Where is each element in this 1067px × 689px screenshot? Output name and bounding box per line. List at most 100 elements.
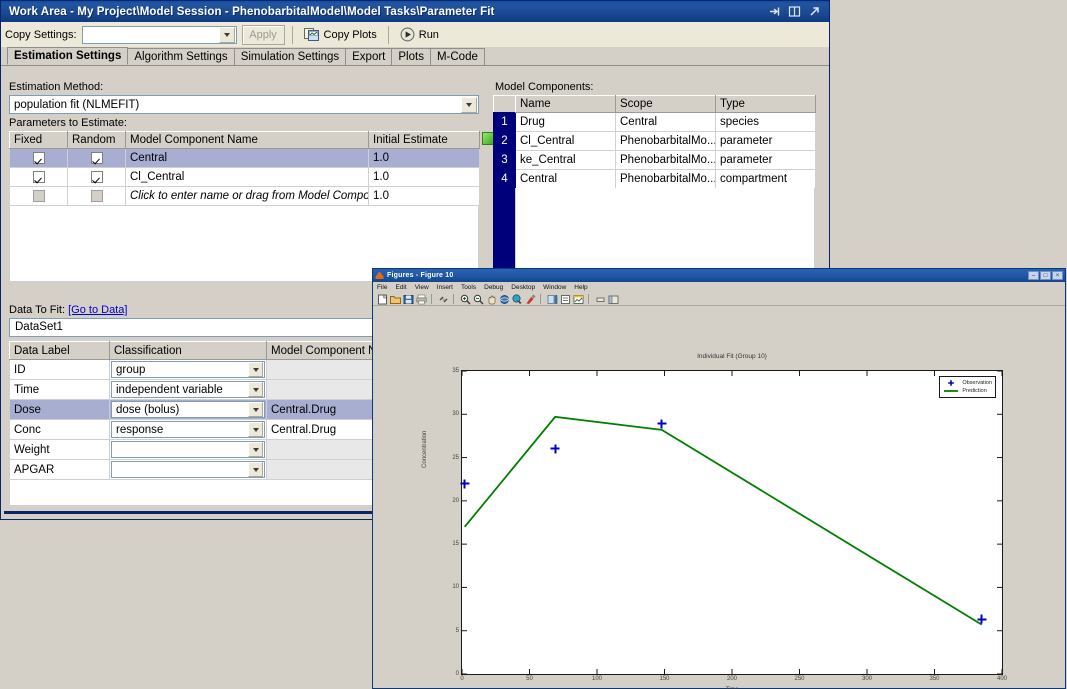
chevron-down-icon[interactable] [248,442,263,457]
fixed-checkbox[interactable] [32,189,45,202]
open-file-icon[interactable] [389,293,401,304]
copy-settings-combo[interactable] [81,25,237,44]
menu-tools[interactable]: Tools [461,284,476,291]
data-cursor-icon[interactable] [511,293,522,304]
table-row[interactable]: 3 ke_Central PhenobarbitalMo... paramete… [493,150,816,170]
tab-m-code[interactable]: M-Code [429,48,485,65]
maximize-button[interactable]: □ [1040,271,1051,280]
param-name[interactable]: Central [125,148,369,168]
estimation-method-combo[interactable]: population fit (NLMEFIT) [9,95,479,114]
hide-plot-tools-icon[interactable] [594,293,605,304]
tab-simulation-settings[interactable]: Simulation Settings [233,48,347,65]
insert-colorbar-icon[interactable] [546,293,558,304]
classification-cell[interactable] [109,439,267,460]
data-label[interactable]: Weight [9,439,110,460]
chevron-down-icon[interactable] [248,462,263,477]
chevron-down-icon[interactable] [461,96,477,113]
col-random[interactable]: Random [67,131,126,149]
col-model-component-name[interactable]: Model Component Name [125,131,369,149]
param-initial[interactable]: 1.0 [368,148,480,168]
component-name[interactable]: Cl_Central [515,131,616,151]
classification-combo[interactable]: response [111,421,265,438]
classification-cell[interactable]: independent variable [109,379,267,400]
classification-combo[interactable]: dose (bolus) [111,401,265,418]
save-figure-icon[interactable] [402,293,414,304]
tab-plots[interactable]: Plots [391,48,431,65]
fixed-checkbox-cell[interactable] [9,186,68,206]
classification-combo[interactable]: group [111,361,265,378]
param-name[interactable]: Cl_Central [125,167,369,187]
insert-legend-icon[interactable] [559,293,570,304]
component-scope[interactable]: PhenobarbitalMo... [615,131,716,151]
print-figure-icon[interactable] [415,293,427,305]
random-checkbox-cell[interactable] [67,186,126,206]
table-row[interactable]: Cl_Central 1.0 [9,167,480,187]
menu-window[interactable]: Window [543,284,566,291]
undock-window-icon[interactable] [808,5,821,18]
classification-combo[interactable] [111,441,265,458]
component-name[interactable]: Central [515,169,616,189]
zoom-out-icon[interactable] [472,293,484,305]
classification-cell[interactable] [109,459,267,480]
fixed-checkbox-cell[interactable] [9,148,68,168]
menu-file[interactable]: File [377,284,387,291]
table-row[interactable]: 1 Drug Central species [493,112,816,132]
menu-desktop[interactable]: Desktop [511,284,535,291]
col-data-label[interactable]: Data Label [9,341,110,360]
plot-area[interactable]: 0 50 100 150 200 250 300 350 400 0 5 10 15 20 25 30 35 O… [452,368,1007,682]
tab-algorithm-settings[interactable]: Algorithm Settings [127,48,235,65]
table-row[interactable]: 2 Cl_Central PhenobarbitalMo... paramete… [493,131,816,151]
classification-combo[interactable]: independent variable [111,381,265,398]
random-checkbox-cell[interactable] [67,148,126,168]
classification-cell[interactable]: group [109,359,267,380]
component-type[interactable]: parameter [715,150,816,170]
col-fixed[interactable]: Fixed [9,131,68,149]
random-checkbox[interactable] [90,170,103,183]
menu-debug[interactable]: Debug [484,284,503,291]
param-initial[interactable]: 1.0 [368,186,480,206]
minimize-button[interactable]: – [1028,271,1039,280]
model-components-empty-area[interactable] [515,188,815,272]
plot-browser-icon[interactable] [572,293,584,304]
data-label[interactable]: Dose [9,399,110,420]
table-row[interactable]: Central 1.0 [9,148,480,168]
classification-combo[interactable] [111,461,265,478]
classification-cell[interactable]: dose (bolus) [109,399,267,420]
minimize-dock-icon[interactable] [768,5,781,18]
random-checkbox[interactable] [90,189,103,202]
classification-cell[interactable]: response [109,419,267,440]
col-classification[interactable]: Classification [109,341,267,360]
data-label[interactable]: Conc [9,419,110,440]
param-name-placeholder[interactable]: Click to enter name or drag from Model C… [125,186,369,206]
component-type[interactable]: species [715,112,816,132]
col-type[interactable]: Type [715,95,816,113]
col-initial-estimate[interactable]: Initial Estimate [368,131,480,149]
fixed-checkbox[interactable] [32,151,45,164]
menu-edit[interactable]: Edit [395,284,406,291]
data-label[interactable]: Time [9,379,110,400]
apply-button[interactable]: Apply [241,24,285,45]
component-scope[interactable]: Central [615,112,716,132]
chevron-down-icon[interactable] [248,382,263,397]
component-type[interactable]: compartment [715,169,816,189]
chart-legend[interactable]: Observation Prediction [939,376,996,398]
data-label[interactable]: ID [9,359,110,380]
fixed-checkbox-cell[interactable] [9,167,68,187]
col-name[interactable]: Name [515,95,616,113]
zoom-in-icon[interactable] [459,293,471,305]
param-initial[interactable]: 1.0 [368,167,480,187]
copy-plots-button[interactable]: Copy Plots [300,25,381,44]
chevron-down-icon[interactable] [248,402,263,417]
menu-help[interactable]: Help [574,284,587,291]
tab-estimation-settings[interactable]: Estimation Settings [7,47,129,65]
menu-insert[interactable]: Insert [437,284,453,291]
component-name[interactable]: ke_Central [515,150,616,170]
pan-icon[interactable] [485,293,496,305]
chevron-down-icon[interactable] [248,422,263,437]
component-scope[interactable]: PhenobarbitalMo... [615,150,716,170]
tab-export[interactable]: Export [345,48,393,65]
go-to-data-link[interactable]: [Go to Data] [68,304,127,316]
new-figure-icon[interactable] [376,293,388,305]
table-row[interactable]: 4 Central PhenobarbitalMo... compartment [493,169,816,189]
component-type[interactable]: parameter [715,131,816,151]
